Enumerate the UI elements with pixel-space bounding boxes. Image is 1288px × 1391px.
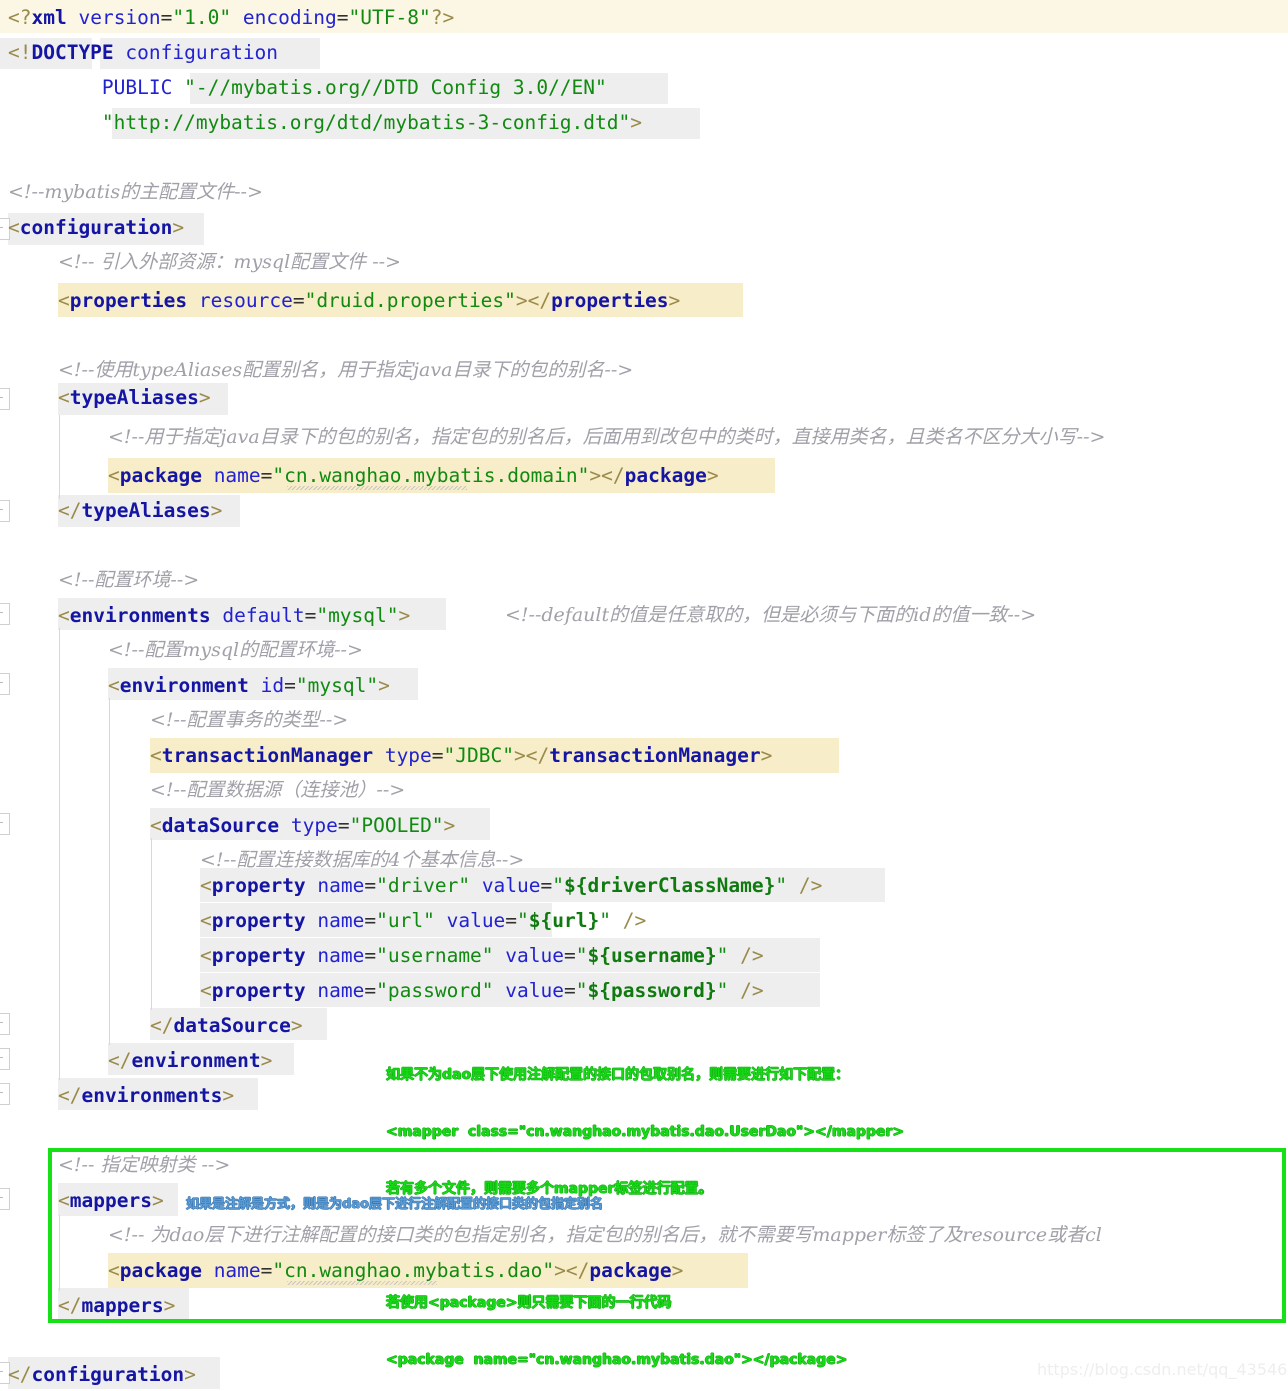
fold-marker-environments-close[interactable]	[0, 1083, 10, 1105]
code-comment-mysql-env: <!--配置mysql的配置环境-->	[108, 639, 363, 661]
code-line-properties: <properties resource="druid.properties">…	[58, 289, 681, 312]
code-comment-typealiases-detail: <!--用于指定java目录下的包的别名，指定包的别名后，后面用到改包中的类时，…	[108, 426, 1106, 448]
code-line-typealiases-close: </typeAliases>	[58, 499, 223, 522]
code-line-property-password: <property name="password" value="${passw…	[200, 979, 764, 1002]
fold-marker-typealiases-open[interactable]	[0, 388, 10, 410]
code-line-datasource-open: <dataSource type="POOLED">	[150, 814, 456, 837]
code-line-environments-close: </environments>	[58, 1084, 235, 1107]
code-line-typealiases-open: <typeAliases>	[58, 386, 211, 409]
code-comment-datasource: <!--配置数据源（连接池）-->	[150, 779, 406, 801]
fold-marker-datasource-close[interactable]	[0, 1013, 10, 1035]
indent-guide-4	[151, 838, 152, 1010]
fold-marker-environments-open[interactable]	[0, 603, 10, 625]
green-annotation-line-0: 如果不为dao层下使用注解配置的接口的包取别名，则需要进行如下配置：	[386, 1067, 850, 1083]
code-line-property-url: <property name="url" value="${url}" />	[200, 909, 647, 932]
code-line-property-username: <property name="username" value="${usern…	[200, 944, 764, 967]
indent-guide-3	[109, 698, 110, 1045]
code-line-mappers-close: </mappers>	[58, 1294, 176, 1317]
indent-guide-1	[59, 415, 60, 499]
code-comment-main-config: <!--mybatis的主配置文件-->	[8, 181, 263, 203]
code-line-mappers-open: <mappers>	[58, 1189, 164, 1212]
indent-guide-2	[59, 628, 60, 1080]
code-line-environment-close: </environment>	[108, 1049, 273, 1072]
code-comment-import-external: <!-- 引入外部资源：mysql配置文件 -->	[58, 251, 401, 273]
package-domain-squiggle	[287, 486, 467, 490]
csdn-watermark: https://blog.csdn.net/qq_43546676	[1037, 1360, 1288, 1379]
code-listing-page: <?xml version="1.0" encoding="UTF-8"?> <…	[0, 0, 1288, 1391]
fold-marker-mappers-open[interactable]	[0, 1188, 10, 1210]
code-line-configuration-open: <configuration>	[8, 216, 185, 239]
code-line-environment-open: <environment id="mysql">	[108, 674, 390, 697]
code-line-doctype-url: "http://mybatis.org/dtd/mybatis-3-config…	[101, 111, 642, 134]
fold-marker-datasource-open[interactable]	[0, 813, 10, 835]
code-line-transactionmanager: <transactionManager type="JDBC"></transa…	[150, 744, 773, 767]
fold-marker-typealiases-close[interactable]	[0, 500, 10, 522]
green-annotation-line-4: 若使用<package>则只需要下面的一行代码	[386, 1295, 672, 1311]
code-line-property-driver: <property name="driver" value="${driverC…	[200, 874, 823, 897]
fold-marker-environment-open[interactable]	[0, 673, 10, 695]
code-line-doctype: <!DOCTYPE configuration	[8, 41, 279, 64]
code-comment-mapping-classes: <!-- 指定映射类 -->	[58, 1154, 231, 1176]
code-comment-default-note: <!--default的值是任意取的，但是必须与下面的id的值一致-->	[505, 604, 1037, 626]
fold-marker-environment-close[interactable]	[0, 1048, 10, 1070]
green-annotation-line-3	[386, 1237, 904, 1256]
code-line-doctype-public: PUBLIC "-//mybatis.org//DTD Config 3.0//…	[101, 76, 607, 99]
code-line-configuration-close: </configuration>	[8, 1363, 196, 1386]
green-annotation-line-1: <mapper class="cn.wanghao.mybatis.dao.Us…	[386, 1124, 905, 1140]
code-line-xml-declaration: <?xml version="1.0" encoding="UTF-8"?>	[8, 6, 455, 29]
green-annotation-line-5: <package name="cn.wanghao.mybatis.dao"><…	[386, 1352, 848, 1368]
indent-guide-5	[59, 1215, 60, 1291]
blue-annotation-note: 如果是注解是方式，则是为dao层下进行注解配置的接口类的包指定别名	[186, 1197, 604, 1212]
code-line-datasource-close: </dataSource>	[150, 1014, 303, 1037]
code-comment-transaction-type: <!--配置事务的类型-->	[150, 709, 349, 731]
code-comment-environments: <!--配置环境-->	[58, 569, 200, 591]
code-line-environments-open: <environments default="mysql">	[58, 604, 411, 627]
